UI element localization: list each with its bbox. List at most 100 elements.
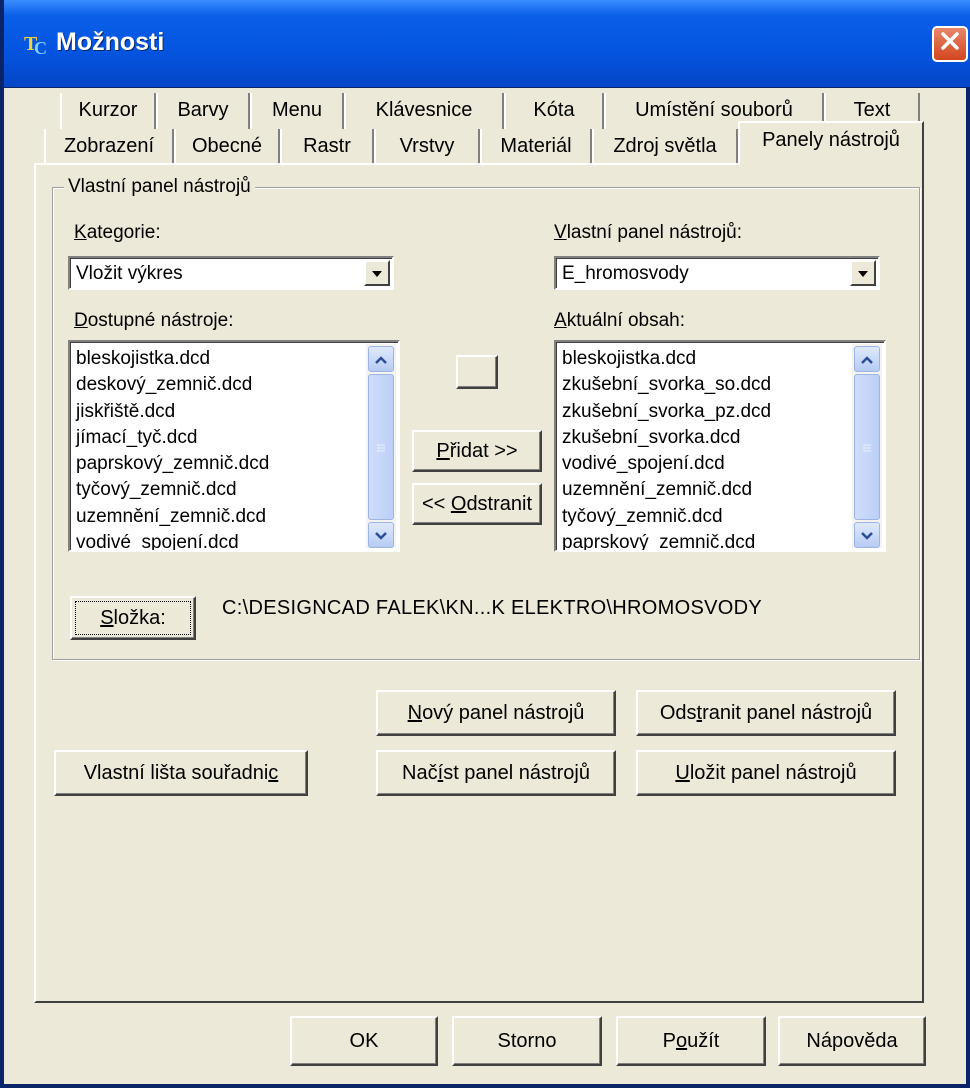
custom-coord-bar-button[interactable]: Vlastní lišta souřadni c xyxy=(54,750,308,796)
new-toolbar-button[interactable]: Nový panel nástrojů xyxy=(376,690,616,736)
scroll-up-button[interactable] xyxy=(854,346,880,372)
apply-button[interactable]: Po užít xyxy=(616,1016,766,1066)
list-item[interactable]: jímací_tyč.dcd xyxy=(76,425,269,451)
list-item[interactable]: paprskový_zemnič.dcd xyxy=(562,530,771,550)
tab-label: Obecné xyxy=(191,135,263,157)
list-item[interactable]: vodivé_spojení.dcd xyxy=(562,451,771,477)
list-item[interactable]: zkušební_svorka_so.dcd xyxy=(562,372,771,398)
list-item[interactable]: bleskojistka.dcd xyxy=(76,346,269,372)
app-logo-icon: T C xyxy=(24,32,50,58)
mnemonic: S xyxy=(100,606,114,629)
tab-zobrazeni[interactable]: Zobrazení xyxy=(44,129,174,167)
scroll-up-button[interactable] xyxy=(368,346,394,372)
ok-button[interactable]: OK xyxy=(290,1016,438,1066)
grip-icon xyxy=(376,436,386,458)
current-content-label: Aktuální obsah: xyxy=(554,310,685,332)
list-item[interactable]: bleskojistka.dcd xyxy=(562,346,771,372)
tab-label: Panely nástrojů xyxy=(762,129,900,151)
tab-label: Kóta xyxy=(533,99,575,121)
button-label: P xyxy=(662,1029,676,1052)
available-tools-items: bleskojistka.dcd deskový_zemnič.dcd jisk… xyxy=(76,346,269,550)
list-item[interactable]: paprskový_zemnič.dcd xyxy=(76,451,269,477)
scroll-thumb[interactable] xyxy=(854,374,880,520)
tool-preview-button[interactable] xyxy=(456,355,498,389)
add-button[interactable]: Přidat >> xyxy=(412,430,542,472)
available-tools-scrollbar[interactable] xyxy=(366,344,396,548)
title-bar[interactable]: T C Možnosti xyxy=(4,0,970,88)
mnemonic: N xyxy=(407,701,423,724)
list-item[interactable]: deskový_zemnič.dcd xyxy=(76,372,269,398)
label-text: ostupné nástroje: xyxy=(87,310,234,331)
current-content-listbox[interactable]: bleskojistka.dcd zkušební_svorka_so.dcd … xyxy=(554,340,886,552)
tab-kurzor[interactable]: Kurzor xyxy=(60,93,156,131)
load-toolbar-button[interactable]: Nač í st panel nástrojů xyxy=(376,750,616,796)
tab-klavesnice[interactable]: Klávesnice xyxy=(344,93,504,131)
scroll-down-button[interactable] xyxy=(368,522,394,548)
tab-material[interactable]: Materiál xyxy=(480,129,592,167)
tab-label: Rastr xyxy=(303,135,351,157)
button-label: řidat >> xyxy=(449,439,518,462)
custom-toolbar-dropdown-button[interactable] xyxy=(850,260,876,286)
options-dialog: T C Možnosti Kurzor Barvy Menu Klávesnic… xyxy=(0,0,970,1088)
scroll-thumb[interactable] xyxy=(368,374,394,520)
save-toolbar-button[interactable]: Uložit panel nástrojů xyxy=(636,750,896,796)
list-item[interactable]: tyčový_zemnič.dcd xyxy=(562,504,771,530)
cancel-button[interactable]: Storno xyxy=(452,1016,602,1066)
scroll-down-button[interactable] xyxy=(854,522,880,548)
window-title: Možnosti xyxy=(56,28,165,56)
list-item[interactable]: uzemnění_zemnič.dcd xyxy=(562,477,771,503)
chevron-up-icon xyxy=(861,348,873,370)
mnemonic: K xyxy=(74,222,87,243)
remove-button[interactable]: << Odstranit xyxy=(412,483,542,525)
tab-obecne[interactable]: Obecné xyxy=(174,129,280,167)
help-button[interactable]: Nápověda xyxy=(778,1016,926,1066)
delete-toolbar-button[interactable]: Ods t ranit panel nástrojů xyxy=(636,690,896,736)
button-label: << xyxy=(421,492,451,515)
button-label: ložit panel nástrojů xyxy=(689,761,857,784)
list-item[interactable]: zkušební_svorka_pz.dcd xyxy=(562,399,771,425)
mnemonic: D xyxy=(74,310,88,331)
button-label: Nač xyxy=(402,761,438,784)
tab-kota[interactable]: Kóta xyxy=(504,93,604,131)
tab-barvy[interactable]: Barvy xyxy=(156,93,250,131)
tab-vrstvy[interactable]: Vrstvy xyxy=(374,129,480,167)
list-item[interactable]: zkušební_svorka.dcd xyxy=(562,425,771,451)
grip-icon xyxy=(862,436,872,458)
custom-toolbar-label: Vlastní panel nástrojů: xyxy=(554,222,742,244)
tab-label: Barvy xyxy=(177,99,229,121)
button-label: ranit panel nástrojů xyxy=(702,701,873,724)
tab-label: Zobrazení xyxy=(63,135,155,157)
button-label: Vlastní lišta souřadni xyxy=(83,761,269,784)
button-label: užít xyxy=(687,1029,720,1052)
current-content-scrollbar[interactable] xyxy=(852,344,882,548)
list-item[interactable]: uzemnění_zemnič.dcd xyxy=(76,504,269,530)
group-label: Vlastní panel nástrojů xyxy=(64,176,255,198)
tab-zdroj-svetla[interactable]: Zdroj světla xyxy=(592,129,738,167)
button-label: dstranit xyxy=(466,492,533,515)
list-item[interactable]: tyčový_zemnič.dcd xyxy=(76,477,269,503)
list-item[interactable]: jiskřiště.dcd xyxy=(76,399,269,425)
custom-toolbar-value: E_hromosvody xyxy=(562,263,689,284)
chevron-down-icon xyxy=(371,262,383,284)
mnemonic: P xyxy=(436,439,450,462)
category-value: Vložit výkres xyxy=(76,263,183,284)
button-label: OK xyxy=(349,1029,379,1052)
close-button[interactable] xyxy=(932,26,968,62)
custom-toolbar-combobox[interactable]: E_hromosvody xyxy=(554,256,880,290)
tab-panely-nastroju[interactable]: Panely nástrojů xyxy=(738,121,924,165)
tab-label: Zdroj světla xyxy=(613,135,717,157)
category-combobox[interactable]: Vložit výkres xyxy=(68,256,394,290)
mnemonic: O xyxy=(450,492,467,515)
tab-rastr[interactable]: Rastr xyxy=(280,129,374,167)
category-dropdown-button[interactable] xyxy=(364,260,390,286)
mnemonic: o xyxy=(675,1029,688,1052)
mnemonic: c xyxy=(268,761,279,784)
tab-menu[interactable]: Menu xyxy=(250,93,344,131)
available-tools-listbox[interactable]: bleskojistka.dcd deskový_zemnič.dcd jisk… xyxy=(68,340,400,552)
label-text: ktuální obsah: xyxy=(566,310,685,331)
folder-button[interactable]: Složka: xyxy=(70,596,196,640)
chevron-down-icon xyxy=(861,524,873,546)
list-item[interactable]: vodivé_spojení.dcd xyxy=(76,530,269,550)
available-tools-label: Dostupné nástroje: xyxy=(74,310,234,332)
button-label: Storno xyxy=(497,1029,557,1052)
